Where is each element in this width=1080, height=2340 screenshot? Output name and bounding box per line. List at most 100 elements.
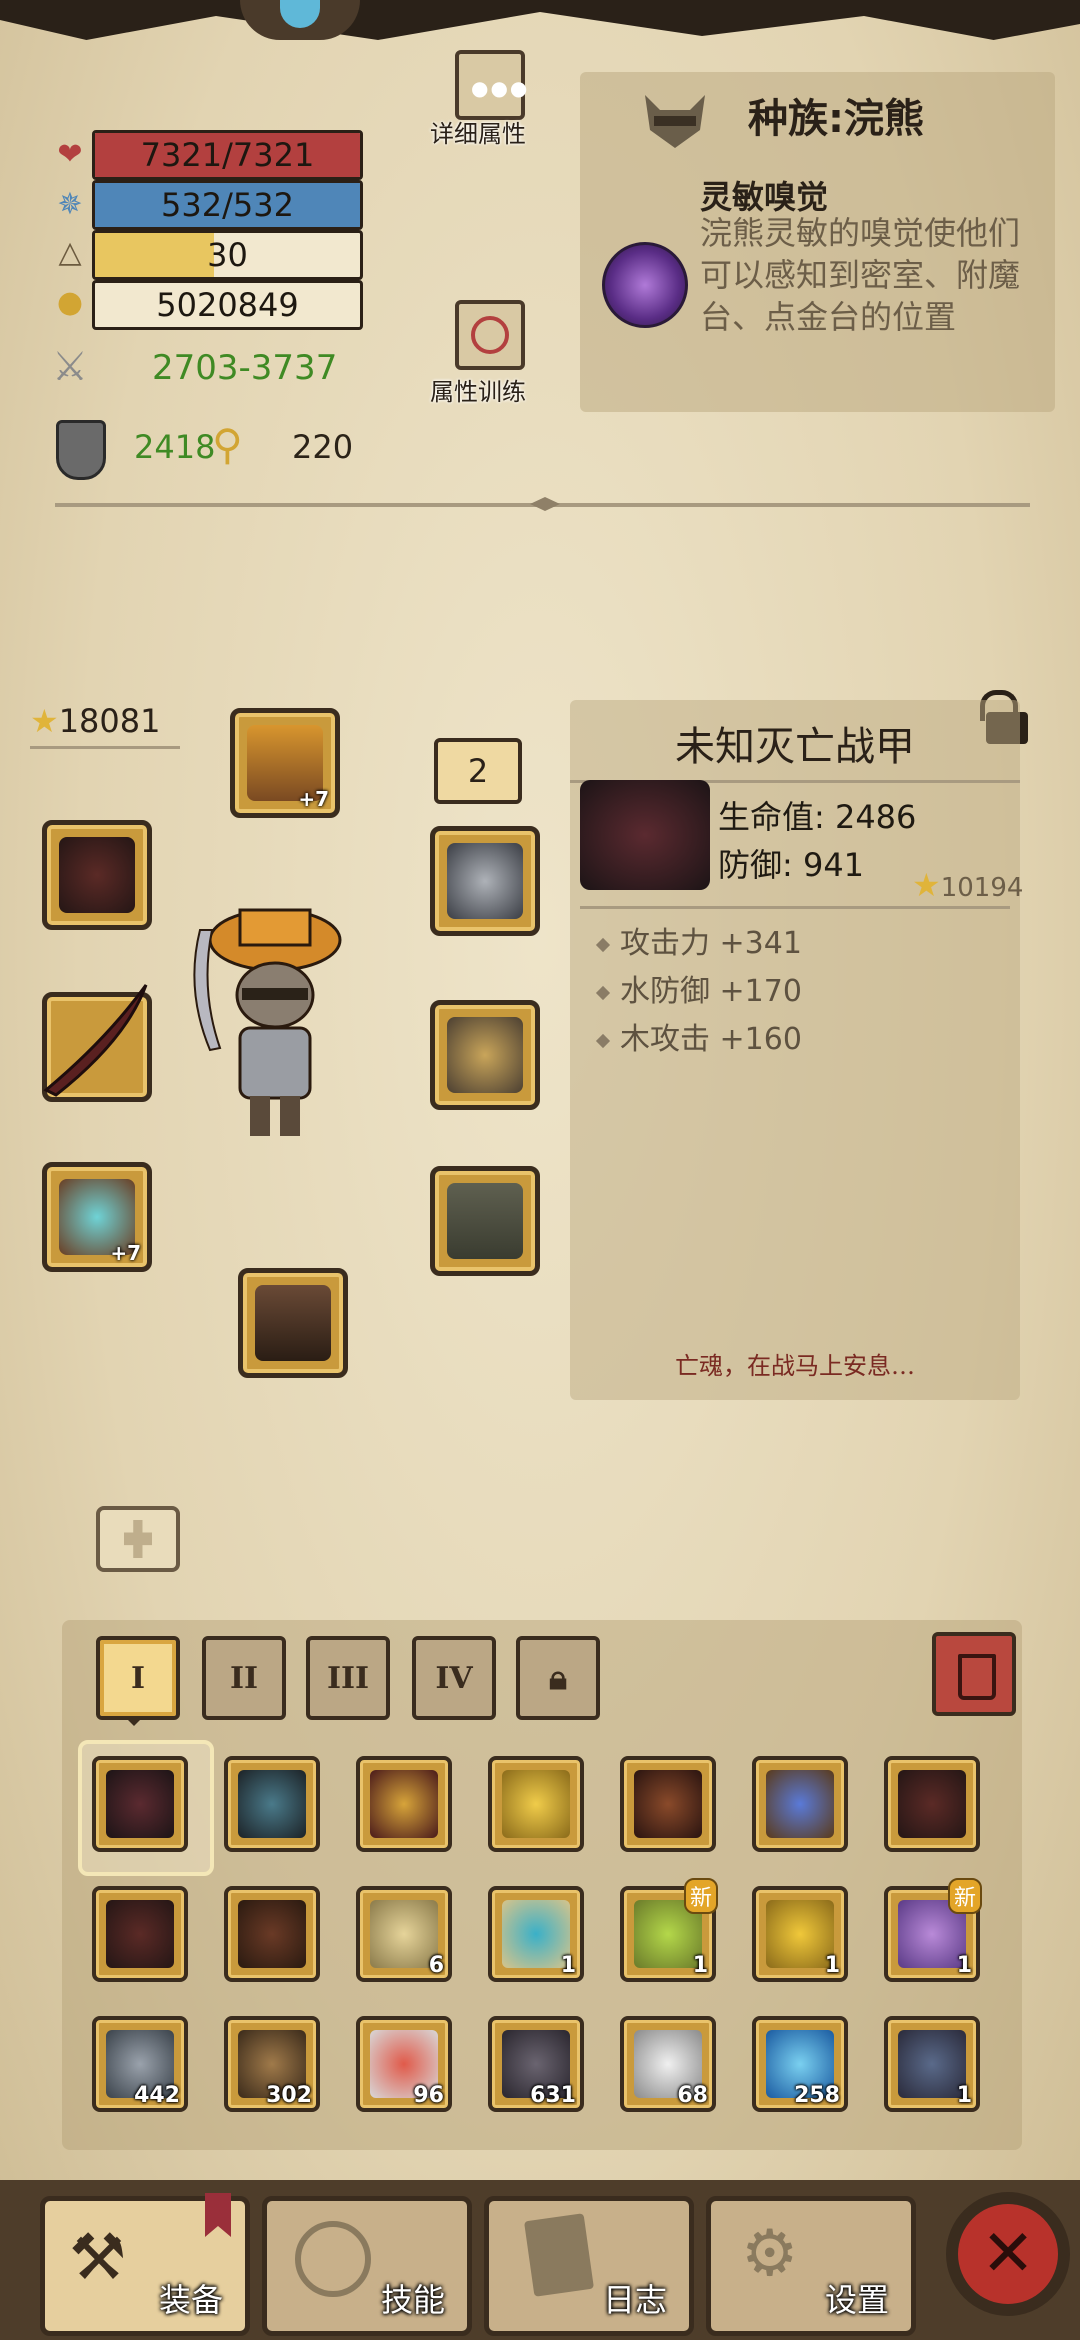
target-icon <box>471 316 509 354</box>
mp-bar: 532/532 <box>92 180 363 230</box>
bag-item-yellow-potion[interactable]: 1 <box>752 1886 848 1982</box>
item-bonus-2: 水防御 +170 <box>595 966 802 1010</box>
bag-item-necklace[interactable] <box>884 1756 980 1852</box>
item-flavor-text: 亡魂，在战马上安息… <box>675 1352 915 1380</box>
mana-icon: ✵ <box>57 186 83 222</box>
chest-armor-item <box>447 1017 523 1093</box>
bag-item-ingot[interactable]: 631 <box>488 2016 584 2112</box>
dots-icon: ●●● <box>471 76 530 100</box>
log-book-icon <box>524 2213 594 2297</box>
trash-button[interactable] <box>932 1632 1016 1716</box>
necklace-item <box>59 837 135 913</box>
bag-tab-3[interactable]: III <box>306 1636 390 1720</box>
defense-value: 2418 <box>134 428 216 466</box>
character-avatar <box>193 908 342 1136</box>
close-icon: ✕ <box>958 2204 1058 2304</box>
bookmark-icon <box>205 2193 231 2237</box>
star-icon: ★ <box>30 702 59 740</box>
nav-settings[interactable]: ⚙ 设置 <box>706 2196 916 2336</box>
ring-enhance-level: +7 <box>110 1241 141 1265</box>
bag-item-bowl[interactable]: 96 <box>356 2016 452 2112</box>
pants-slot[interactable] <box>430 1166 540 1276</box>
level-value: 30 <box>207 236 248 274</box>
trash-icon <box>958 1654 996 1700</box>
sword-item <box>36 980 156 1110</box>
bag-tab-locked[interactable]: 🔒︎ <box>516 1636 600 1720</box>
bag-item-chest[interactable]: 302 <box>224 2016 320 2112</box>
expand-button[interactable] <box>96 1506 180 1572</box>
bag-tab-2[interactable]: II <box>202 1636 286 1720</box>
bag-item-blue-armor[interactable] <box>224 1756 320 1852</box>
bag-item-purple-potion[interactable]: 新1 <box>884 1878 982 1982</box>
shoulder-slot[interactable] <box>430 826 540 936</box>
bag-item-crystal[interactable]: 68 <box>620 2016 716 2112</box>
star-icon: ★ <box>912 866 941 904</box>
bag-item-scroll[interactable]: 6 <box>356 1886 452 1982</box>
close-button[interactable]: ✕ <box>946 2192 1070 2316</box>
plus-icon <box>124 1520 152 1558</box>
equipment-set-counter[interactable]: 2 <box>434 738 522 804</box>
skill-icon <box>602 242 688 328</box>
bag-tab-1[interactable]: I <box>96 1636 180 1720</box>
bag-item-gem[interactable]: 258 <box>752 2016 848 2112</box>
mp-value: 532/532 <box>161 186 294 224</box>
hp-bar: 7321/7321 <box>92 130 363 180</box>
item-name: 未知灭亡战甲 <box>675 724 915 770</box>
helmet-enhance-level: +7 <box>298 787 329 811</box>
nav-log-label: 日志 <box>602 2281 667 2319</box>
item-armor-icon <box>580 780 710 890</box>
gear-icon: ⚙ <box>741 2217 799 2291</box>
bag-item-locked-coin[interactable] <box>488 1756 584 1852</box>
detail-attributes-button[interactable]: ●●● <box>455 50 527 120</box>
gold-bar: 5020849 <box>92 280 363 330</box>
bag-item-locked-necklace[interactable] <box>92 1886 188 1982</box>
attribute-training-label: 属性训练 <box>430 378 526 406</box>
bag-item-eye-scroll[interactable]: 1 <box>488 1886 584 1982</box>
nav-settings-label: 设置 <box>824 2281 889 2319</box>
item-hp: 生命值: 2486 <box>718 798 917 836</box>
pauldron-item <box>447 843 523 919</box>
armor-slot[interactable] <box>430 1000 540 1110</box>
bag-item-bracer[interactable] <box>620 1756 716 1852</box>
strength-value: 220 <box>292 428 354 466</box>
power-underline <box>30 746 180 749</box>
power-score: ★18081 <box>30 702 161 740</box>
nav-skills-label: 技能 <box>380 2281 445 2319</box>
nav-equipment[interactable]: ⚒ 装备 <box>40 2193 250 2336</box>
necklace-slot[interactable] <box>42 820 152 930</box>
boots-item <box>255 1285 331 1361</box>
lock-icon: 🔒︎ <box>548 1658 568 1698</box>
race-panel: 种族:浣熊 灵敏嗅觉 浣熊灵敏的嗅觉使他们可以感知到密室、附魔台、点金台的位置 <box>580 72 1055 412</box>
boots-slot[interactable] <box>238 1268 348 1378</box>
item-defense: 防御: 941 <box>718 846 865 884</box>
level-triangle-icon: △ <box>58 234 82 270</box>
raccoon-icon <box>645 95 705 148</box>
heart-icon: ❤ <box>57 136 83 172</box>
bag-item-armor[interactable] <box>92 1756 188 1852</box>
bag-tab-4[interactable]: IV <box>412 1636 496 1720</box>
bag-item-eel[interactable]: 1 <box>884 2016 980 2112</box>
attack-value: 2703-3737 <box>152 348 338 388</box>
race-title: 种族:浣熊 <box>748 96 924 142</box>
bag-item-iron[interactable]: 442 <box>92 2016 188 2112</box>
helmet-slot[interactable]: +7 <box>230 708 340 818</box>
shield-icon <box>56 420 106 480</box>
gold-value: 5020849 <box>156 286 299 324</box>
nav-log[interactable]: 日志 <box>484 2196 694 2336</box>
pants-item <box>447 1183 523 1259</box>
item-stats-divider <box>580 906 1010 909</box>
nav-skills[interactable]: 技能 <box>262 2196 472 2336</box>
crossed-swords-icon: ⚔ <box>52 344 88 390</box>
bag-item-green-potion[interactable]: 新1 <box>620 1878 718 1982</box>
bag-item-ring[interactable] <box>224 1886 320 1982</box>
axe-icon: ⚒ <box>69 2221 127 2295</box>
bag-item-gauntlet[interactable] <box>356 1756 452 1852</box>
hp-value: 7321/7321 <box>140 136 315 174</box>
item-score: ★10194 <box>912 866 1024 904</box>
strength-icon: ⚲ <box>212 420 243 469</box>
ring-slot[interactable]: +7 <box>42 1162 152 1272</box>
item-bonus-3: 木攻击 +160 <box>595 1014 802 1058</box>
bag-item-amulet[interactable] <box>752 1756 848 1852</box>
attribute-training-button[interactable] <box>455 300 525 370</box>
level-bar: 30 <box>92 230 363 280</box>
